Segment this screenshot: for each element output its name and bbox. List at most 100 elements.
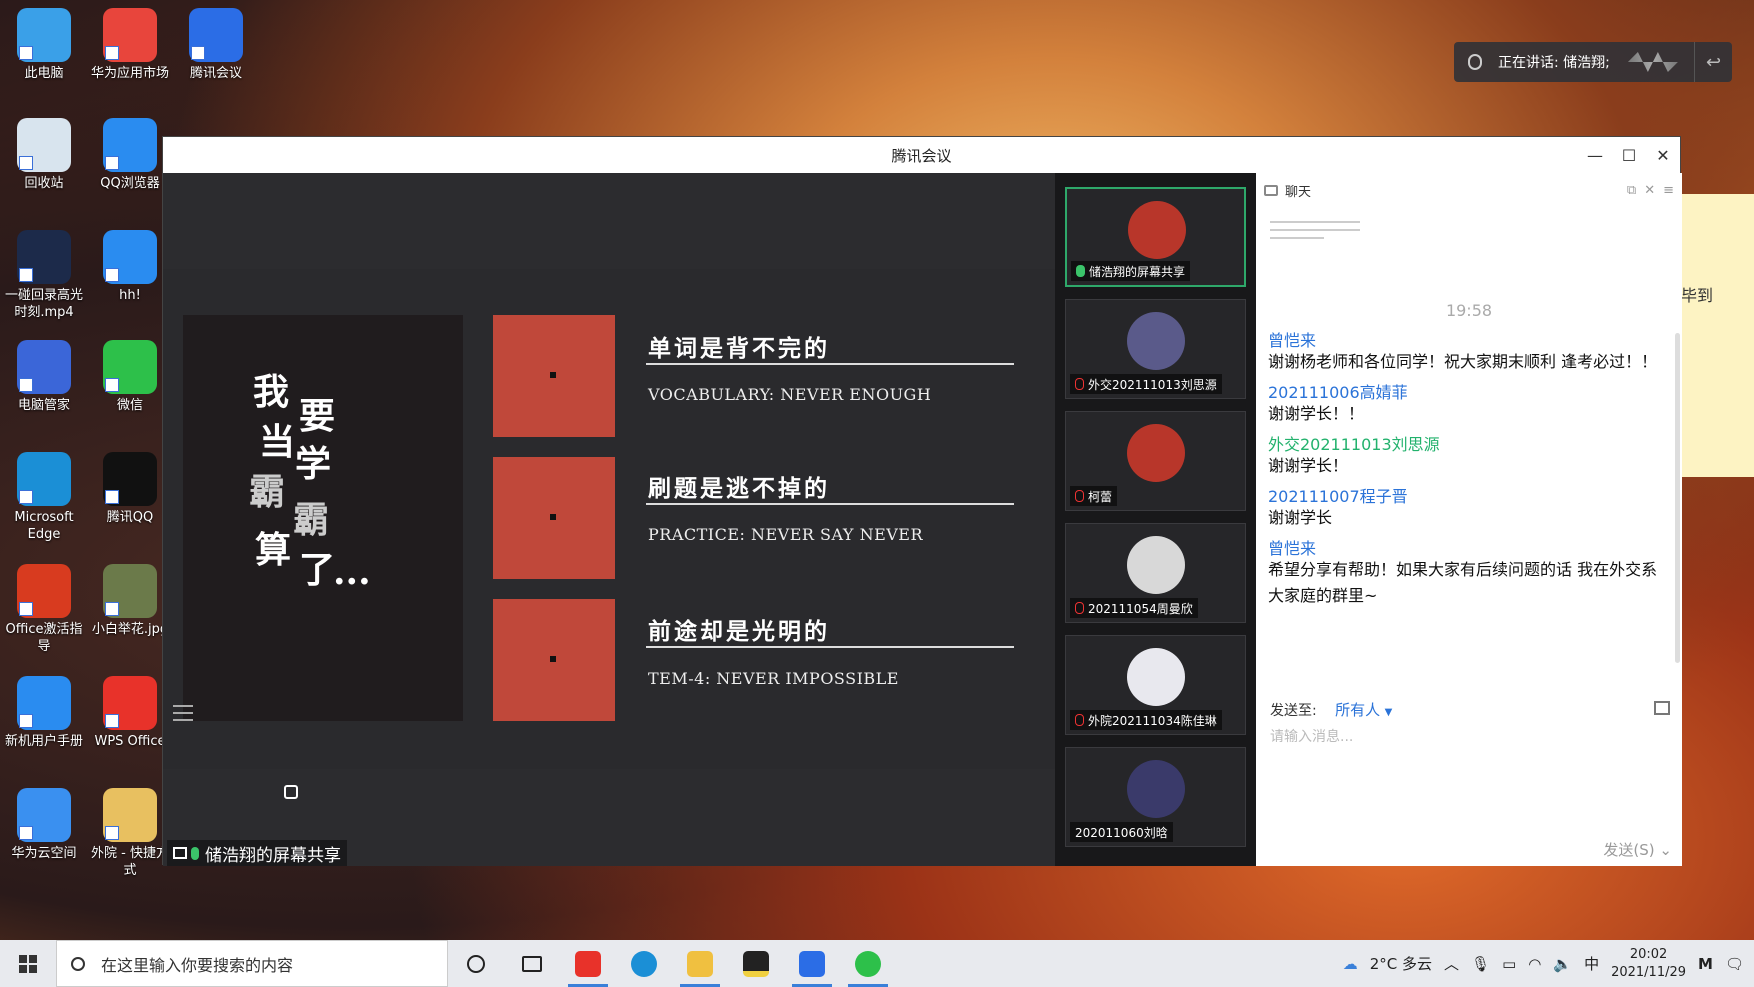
app-icon <box>103 564 157 618</box>
weather-text[interactable]: 2°C 多云 <box>1370 953 1432 974</box>
minimize-icon[interactable]: — <box>1578 137 1612 173</box>
avatar <box>1127 648 1185 706</box>
chevron-up-icon[interactable]: ︿ <box>1444 953 1459 974</box>
start-button[interactable] <box>0 940 56 987</box>
maximize-icon[interactable]: ☐ <box>1612 137 1646 173</box>
clock[interactable]: 20:02 2021/11/29 <box>1611 946 1686 982</box>
edge-taskbar-icon[interactable] <box>616 940 672 987</box>
desktop-icon[interactable]: 华为应用市场 <box>86 8 174 82</box>
search-box[interactable]: 在这里输入你要搜索的内容 <box>56 940 448 987</box>
desktop-icon[interactable]: WPS Office <box>86 676 174 750</box>
popout-icon[interactable]: ⧉ <box>1627 183 1636 198</box>
message-sender[interactable]: 202111007程子晋 <box>1268 483 1408 507</box>
participant-name: 柯蕾 <box>1088 489 1113 504</box>
desktop-icon[interactable]: 一碰回录高光时刻.mp4 <box>0 230 88 321</box>
desktop-icon[interactable]: 新机用户手册 <box>0 676 88 750</box>
close-icon[interactable]: ✕ <box>1644 183 1655 198</box>
wechat-taskbar-icon[interactable] <box>840 940 896 987</box>
send-to[interactable]: 发送至: 所有人 ▼ <box>1270 699 1392 720</box>
wifi-icon[interactable]: ◠ <box>1528 955 1541 973</box>
pc-manager-tray-icon[interactable]: M <box>1698 955 1713 973</box>
red-box <box>493 315 615 437</box>
desktop-icon[interactable]: Office激活指导 <box>0 564 88 655</box>
chat-panel: 聊天 ⧉ ✕ ≡ 19:58 曾恺来 谢谢杨老师和各位同学！祝大家期末顺利 逢考… <box>1256 173 1682 866</box>
poster-word: 我 <box>253 371 290 413</box>
desktop-icon-label: 腾讯会议 <box>189 66 242 81</box>
message-text: 谢谢学长！ <box>1268 456 1349 475</box>
sticky-note[interactable]: 毕到 <box>1681 194 1754 477</box>
message-sender[interactable]: 202111006高婧菲 <box>1268 379 1408 403</box>
participant-name: 储浩翔的屏幕共享 <box>1089 264 1186 279</box>
battery-icon[interactable]: ▭ <box>1502 955 1516 973</box>
mic-muted-icon <box>1075 602 1084 614</box>
item-subtitle: TEM-4: NEVER IMPOSSIBLE <box>648 669 899 688</box>
cortana-icon[interactable] <box>448 940 504 987</box>
scrollbar[interactable] <box>1675 333 1680 663</box>
image-icon[interactable] <box>1654 701 1670 715</box>
desktop-icon[interactable]: 腾讯会议 <box>172 8 260 82</box>
list-icon[interactable] <box>173 705 193 721</box>
participant-name: 202011060刘晗 <box>1075 825 1168 840</box>
participant-tile[interactable]: 柯蕾 <box>1065 411 1246 511</box>
task-view-icon[interactable] <box>504 940 560 987</box>
send-button[interactable]: 发送(S) ⌄ <box>1603 839 1672 860</box>
poster-word: 霸 <box>249 471 286 513</box>
file-explorer-icon[interactable] <box>672 940 728 987</box>
microphone-icon[interactable]: 🎙 <box>1471 955 1490 973</box>
desktop-icon[interactable]: 此电脑 <box>0 8 88 82</box>
message-sender[interactable]: 外交202111013刘思源 <box>1268 431 1440 455</box>
desktop-icon[interactable]: Microsoft Edge <box>0 452 88 543</box>
chat-messages: 19:58 曾恺来 谢谢杨老师和各位同学！祝大家期末顺利 逢考必过！！ 2021… <box>1256 207 1676 647</box>
message-input[interactable]: 请输入消息... <box>1270 726 1353 746</box>
speaking-indicator[interactable]: 正在讲话: 储浩翔; ↩ <box>1454 42 1732 82</box>
voice-wave-icon <box>1627 52 1678 72</box>
participant-tile[interactable]: 202111054周曼欣 <box>1065 523 1246 623</box>
image-thumbnail[interactable] <box>1270 215 1360 267</box>
clock-date: 2021/11/29 <box>1611 964 1687 980</box>
send-to-select[interactable]: 所有人 <box>1335 701 1380 719</box>
tencent-meeting-taskbar-icon[interactable] <box>784 940 840 987</box>
wps-taskbar-icon[interactable] <box>560 940 616 987</box>
return-meeting-button[interactable]: ↩ <box>1694 42 1732 82</box>
close-icon[interactable]: ✕ <box>1646 137 1680 173</box>
desktop-icon[interactable]: 腾讯QQ <box>86 452 174 526</box>
notification-icon[interactable]: 🗨 <box>1725 955 1744 973</box>
app-icon <box>17 788 71 842</box>
participant-tile[interactable]: 外交202111013刘思源 <box>1065 299 1246 399</box>
title-bar[interactable]: 腾讯会议 — ☐ ✕ <box>163 137 1680 173</box>
meeting-window: 腾讯会议 — ☐ ✕ 我 要 当 学 霸 霸 算 了 ... 单词是背不完的 V… <box>162 136 1682 866</box>
speaking-text: 正在讲话: 储浩翔; <box>1498 55 1610 71</box>
windows-icon <box>19 954 37 973</box>
message-sender[interactable]: 曾恺来 <box>1268 327 1316 351</box>
message-text: 谢谢学长 <box>1268 508 1333 527</box>
participant-name-bar: 柯蕾 <box>1070 486 1118 506</box>
desktop-icon[interactable]: 华为云空间 <box>0 788 88 862</box>
divider <box>646 363 1014 365</box>
poster-word: 要 <box>299 395 336 437</box>
message-sender[interactable]: 曾恺来 <box>1268 535 1316 559</box>
meeting-logo-icon <box>284 785 298 799</box>
desktop-icon[interactable]: hh! <box>86 230 174 304</box>
chevron-down-icon[interactable]: ⌄ <box>1659 841 1672 859</box>
participant-tile[interactable]: 202011060刘晗 <box>1065 747 1246 847</box>
avatar <box>1127 760 1185 818</box>
desktop-icon[interactable]: 电脑管家 <box>0 340 88 414</box>
desktop-icon[interactable]: 外院 - 快捷方式 <box>86 788 174 879</box>
participant-name-bar: 202011060刘晗 <box>1070 822 1173 842</box>
desktop-icon[interactable]: 回收站 <box>0 118 88 192</box>
desktop-icon-label: QQ浏览器 <box>100 176 160 191</box>
desktop-icon-label: 回收站 <box>24 176 64 191</box>
ime-indicator[interactable]: 中 <box>1584 953 1599 974</box>
sticky-notes-icon[interactable] <box>728 940 784 987</box>
participant-tile[interactable]: 外院202111034陈佳琳 <box>1065 635 1246 735</box>
participant-tile[interactable]: 储浩翔的屏幕共享 <box>1065 187 1246 287</box>
volume-icon[interactable]: 🔈 <box>1553 955 1572 973</box>
menu-icon[interactable]: ≡ <box>1663 183 1674 198</box>
desktop-icon[interactable]: 微信 <box>86 340 174 414</box>
divider <box>646 503 1014 505</box>
poster-word: 算 <box>255 529 292 571</box>
desktop-icon[interactable]: 小白举花.jpg <box>86 564 174 638</box>
desktop-icon-label: hh! <box>119 288 141 303</box>
chevron-down-icon: ▼ <box>1384 707 1393 718</box>
desktop-icon[interactable]: QQ浏览器 <box>86 118 174 192</box>
